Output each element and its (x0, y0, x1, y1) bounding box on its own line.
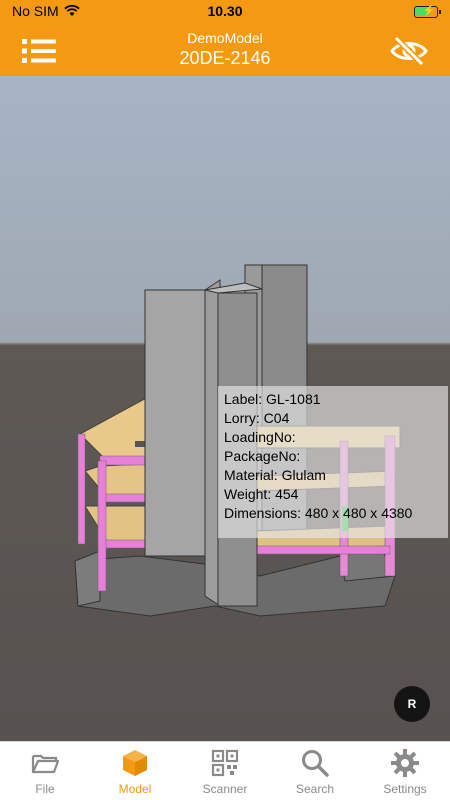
tab-label-file: File (35, 782, 55, 796)
battery-icon: ⚡ (414, 5, 441, 18)
reset-view-button[interactable]: R (394, 686, 430, 722)
info-weight: Weight: 454 (224, 486, 299, 502)
model-viewport[interactable]: Label: GL-1081 Lorry: C04 LoadingNo: Pac… (0, 76, 450, 741)
folder-icon (31, 754, 60, 774)
tab-file[interactable]: File (0, 742, 90, 800)
cube-icon (123, 750, 147, 776)
info-package-no: PackageNo: (224, 448, 301, 464)
charging-bolt-icon: ⚡ (422, 5, 436, 17)
gear-icon (391, 749, 419, 777)
info-material: Material: Glulam (224, 467, 326, 483)
tab-label-scanner: Scanner (202, 782, 248, 796)
model-title: DemoModel (187, 30, 263, 46)
info-label: Label: GL-1081 (224, 391, 321, 407)
info-loading-no: LoadingNo: (224, 429, 296, 445)
tab-scanner[interactable]: Scanner (180, 742, 270, 800)
tab-label-model: Model (118, 782, 152, 796)
status-time: 10.30 (207, 3, 243, 19)
tab-search[interactable]: Search (270, 742, 360, 800)
tab-label-search: Search (295, 782, 335, 796)
app-header: DemoModel 20DE-2146 (0, 24, 450, 76)
tab-bar: File Model Scanner Search Settings (0, 741, 450, 800)
element-info-panel: Label: GL-1081 Lorry: C04 LoadingNo: Pac… (218, 386, 448, 538)
search-icon (302, 750, 329, 777)
status-bar: No SIM 10.30 ⚡ (0, 0, 450, 24)
info-dimensions: Dimensions: 480 x 480 x 4380 (224, 505, 413, 521)
eye-off-icon[interactable] (390, 36, 428, 66)
tab-label-settings: Settings (383, 782, 427, 796)
info-lorry: Lorry: C04 (224, 410, 290, 426)
tab-settings[interactable]: Settings (360, 742, 450, 800)
model-subtitle: 20DE-2146 (179, 48, 271, 68)
tab-model[interactable]: Model (90, 742, 180, 800)
qr-code-icon (211, 749, 239, 777)
